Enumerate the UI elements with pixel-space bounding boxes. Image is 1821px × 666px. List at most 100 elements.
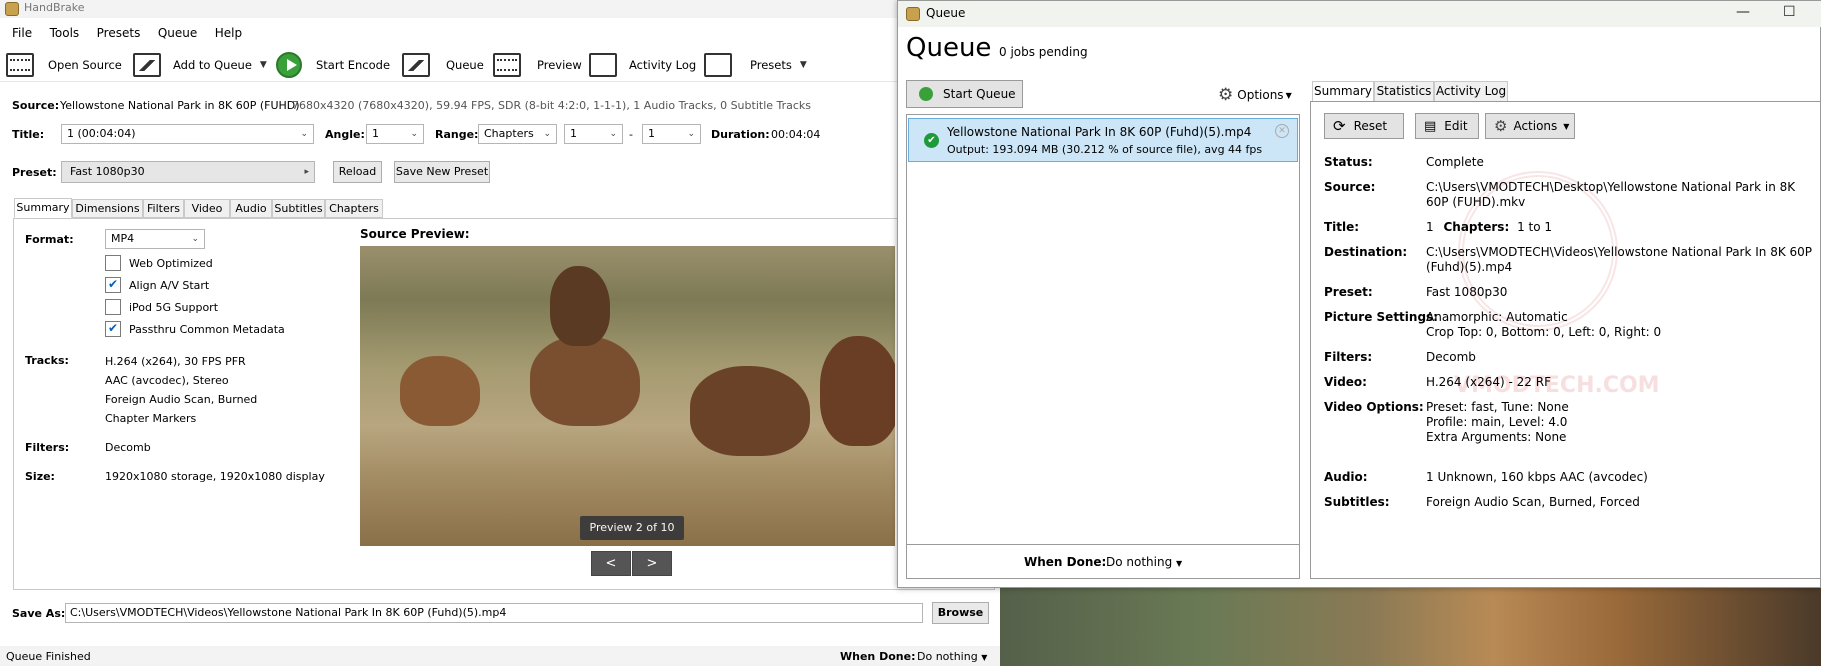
range-start-select[interactable]: 1 ⌄ [564, 124, 623, 144]
activity-log-label: Activity Log [629, 58, 697, 72]
queue-tab-statistics[interactable]: Statistics [1374, 81, 1434, 102]
elk-bull-shape [530, 336, 640, 426]
chevron-down-icon: ⌄ [543, 129, 551, 139]
main-toolbar: Open Source Add to Queue ▼ Start Encode … [0, 48, 1000, 82]
detail-subtitles-value: Foreign Audio Scan, Burned, Forced [1426, 495, 1640, 509]
web-optimized-label: Web Optimized [129, 257, 213, 270]
queue-window-title: Queue [926, 6, 966, 20]
tab-chapters[interactable]: Chapters [325, 199, 383, 218]
when-done-value: Do nothing [917, 650, 978, 663]
menu-tools[interactable]: Tools [50, 22, 80, 44]
queue-button[interactable]: Queue [402, 48, 484, 82]
main-window-title: HandBrake [24, 1, 85, 14]
save-new-preset-button[interactable]: Save New Preset [394, 161, 490, 183]
save-as-path-input[interactable]: C:\Users\VMODTECH\Videos\Yellowstone Nat… [65, 603, 923, 623]
open-source-button[interactable]: Open Source [6, 48, 122, 82]
queue-when-done-label: When Done: [1024, 555, 1107, 569]
range-end-select[interactable]: 1 ⌄ [642, 124, 701, 144]
main-titlebar: HandBrake [0, 0, 1000, 18]
jobs-pending-count: 0 jobs pending [999, 45, 1088, 59]
detail-destination-label: Destination: [1324, 245, 1408, 259]
document-icon: ▤ [1424, 118, 1437, 134]
elk-head-shape [550, 266, 610, 346]
track-chapters: Chapter Markers [105, 412, 197, 425]
title-select[interactable]: 1 (00:04:04) ⌄ [61, 124, 314, 144]
queue-when-done-select[interactable]: Do nothing ▼ [1106, 555, 1182, 569]
edit-button[interactable]: ▤ Edit [1415, 113, 1479, 139]
queue-icon [402, 53, 430, 77]
status-bar: Queue Finished When Done: Do nothing ▼ [0, 646, 1000, 666]
ipod-5g-support-label: iPod 5G Support [129, 301, 219, 314]
when-done-select[interactable]: Do nothing ▼ [917, 650, 987, 663]
chevron-down-icon[interactable]: ▼ [800, 60, 807, 70]
detail-video-options-label: Video Options: [1324, 400, 1424, 414]
gear-icon: ⚙ [1494, 117, 1508, 135]
queue-tab-activity-log[interactable]: Activity Log [1434, 81, 1508, 102]
refresh-icon: ⟳ [1333, 117, 1346, 135]
presets-icon [704, 53, 732, 77]
filters-value: Decomb [105, 441, 151, 454]
track-subtitle: Foreign Audio Scan, Burned [105, 393, 258, 406]
queue-label: Queue [446, 58, 484, 72]
activity-log-button[interactable]: Activity Log [589, 48, 696, 82]
detail-destination-value: C:\Users\VMODTECH\Videos\Yellowstone Nat… [1426, 245, 1813, 274]
browse-button[interactable]: Browse [932, 602, 989, 624]
source-info: 7680x4320 (7680x4320), 59.94 FPS, SDR (8… [292, 99, 812, 112]
align-av-start-checkbox[interactable] [105, 277, 121, 293]
detail-source-value: C:\Users\VMODTECH\Desktop\Yellowstone Na… [1426, 180, 1796, 209]
preview-prev-button[interactable]: < [591, 551, 631, 576]
maximize-icon[interactable]: ☐ [1783, 4, 1796, 20]
tab-audio[interactable]: Audio [230, 199, 272, 218]
queue-job-item[interactable]: ✔ Yellowstone National Park In 8K 60P (F… [908, 118, 1298, 162]
tab-summary[interactable]: Summary [14, 198, 72, 218]
tab-subtitles[interactable]: Subtitles [272, 199, 325, 218]
angle-select[interactable]: 1 ⌄ [366, 124, 424, 144]
title-select-value: 1 (00:04:04) [67, 127, 136, 140]
reset-label: Reset [1353, 119, 1388, 133]
detail-status-value: Complete [1426, 155, 1484, 169]
actions-button[interactable]: ⚙ Actions ▼ [1485, 113, 1575, 139]
detail-source-label: Source: [1324, 180, 1376, 194]
preview-button[interactable]: Preview [493, 48, 582, 82]
web-optimized-checkbox[interactable] [105, 255, 121, 271]
reset-button[interactable]: ⟳ Reset [1324, 113, 1404, 139]
format-label: Format: [25, 233, 74, 246]
options-menu-button[interactable]: ⚙ Options ▼ [1218, 85, 1292, 105]
preset-select[interactable]: Fast 1080p30 ▸ [61, 161, 315, 183]
minimize-icon[interactable]: — [1736, 4, 1750, 20]
tab-video[interactable]: Video [184, 199, 230, 218]
detail-video-label: Video: [1324, 375, 1367, 389]
handbrake-app-icon [906, 7, 920, 21]
tab-filters[interactable]: Filters [143, 199, 184, 218]
queue-tab-summary[interactable]: Summary [1312, 81, 1374, 102]
reload-button[interactable]: Reload [333, 161, 382, 183]
start-queue-button[interactable]: Start Queue [906, 80, 1023, 108]
detail-video-options-extra: Extra Arguments: None [1426, 430, 1567, 444]
menu-queue[interactable]: Queue [158, 22, 197, 44]
detail-audio-value: 1 Unknown, 160 kbps AAC (avcodec) [1426, 470, 1648, 484]
detail-video-options-profile: Profile: main, Level: 4.0 [1426, 415, 1568, 429]
presets-button[interactable]: Presets ▼ [704, 48, 807, 82]
menu-help[interactable]: Help [215, 22, 242, 44]
passthru-metadata-checkbox[interactable] [105, 321, 121, 337]
range-type-select[interactable]: Chapters ⌄ [478, 124, 557, 144]
start-encode-button[interactable]: Start Encode [276, 48, 390, 82]
ipod-5g-support-checkbox[interactable] [105, 299, 121, 315]
format-select[interactable]: MP4 ⌄ [105, 229, 205, 249]
remove-job-icon[interactable]: ✕ [1275, 124, 1289, 138]
range-type-value: Chapters [484, 127, 534, 140]
range-start-value: 1 [570, 127, 577, 140]
queue-when-done-value: Do nothing [1106, 555, 1173, 569]
detail-picture-anamorphic: Anamorphic: Automatic [1426, 310, 1568, 324]
add-to-queue-button[interactable]: Add to Queue ▼ [133, 48, 267, 82]
chevron-down-icon: ⌄ [300, 129, 308, 139]
detail-filters-label: Filters: [1324, 350, 1373, 364]
preview-next-button[interactable]: > [632, 551, 672, 576]
menu-presets[interactable]: Presets [97, 22, 141, 44]
menu-file[interactable]: File [12, 22, 32, 44]
play-icon [276, 52, 302, 78]
handbrake-main-window: HandBrake File Tools Presets Queue Help … [0, 0, 1000, 666]
detail-preset-value: Fast 1080p30 [1426, 285, 1508, 299]
chevron-down-icon[interactable]: ▼ [260, 60, 267, 70]
tab-dimensions[interactable]: Dimensions [72, 199, 143, 218]
